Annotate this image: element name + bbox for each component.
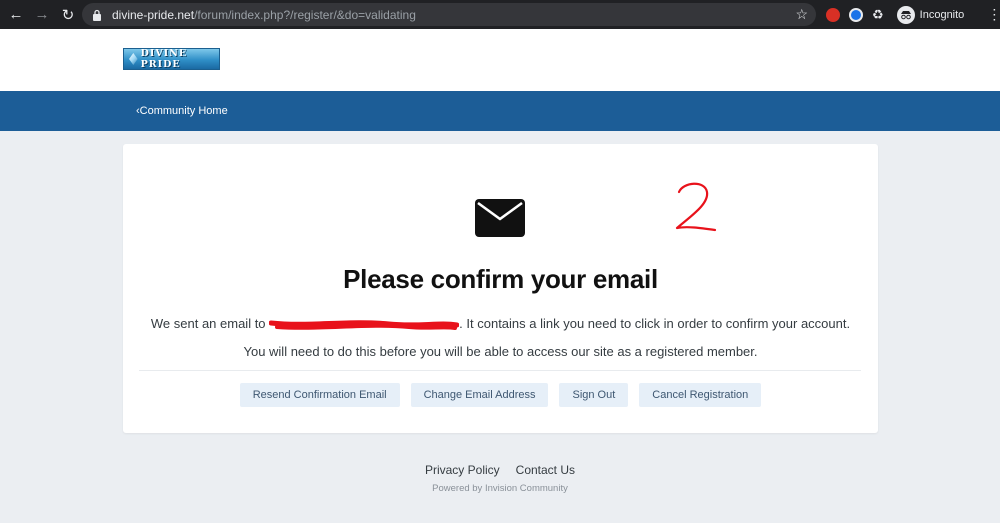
privacy-policy-link[interactable]: Privacy Policy xyxy=(425,463,500,477)
redaction-scribble xyxy=(269,319,460,330)
lock-icon xyxy=(92,9,104,21)
sign-out-button[interactable]: Sign Out xyxy=(559,383,629,407)
instruction-message: You will need to do this before you will… xyxy=(243,344,758,359)
incognito-label: Incognito xyxy=(919,8,965,21)
incognito-badge[interactable]: Incognito xyxy=(896,5,965,24)
powered-by-text[interactable]: Powered by Invision Community xyxy=(0,483,1000,494)
browser-menu-icon[interactable]: ⋮ xyxy=(987,6,1000,23)
change-email-button[interactable]: Change Email Address xyxy=(410,383,549,407)
forward-icon[interactable]: → xyxy=(29,0,55,29)
logo-gem-icon xyxy=(129,53,138,65)
resend-confirmation-button[interactable]: Resend Confirmation Email xyxy=(239,383,400,407)
confirmation-message: We sent an email to . It contains a link… xyxy=(150,316,851,331)
site-logo[interactable]: DIVINE PRIDE xyxy=(123,48,220,70)
bookmark-star-icon[interactable]: ☆ xyxy=(795,6,808,23)
logo-text: DIVINE PRIDE xyxy=(140,48,188,70)
url-host: divine-pride.net xyxy=(112,7,195,22)
page-title: Please confirm your email xyxy=(343,264,658,294)
back-icon[interactable]: ← xyxy=(3,0,29,29)
site-header: DIVINE PRIDE xyxy=(0,29,1000,91)
url-path: /forum/index.php?/register/&do=validatin… xyxy=(194,7,416,22)
reload-icon[interactable]: ↻ xyxy=(55,0,81,29)
site-navbar: ‹Community Home xyxy=(0,91,1000,131)
cancel-registration-button[interactable]: Cancel Registration xyxy=(639,383,762,407)
contact-us-link[interactable]: Contact Us xyxy=(516,463,575,477)
confirm-email-card: Please confirm your email We sent an ema… xyxy=(123,144,878,433)
envelope-icon xyxy=(475,199,525,237)
footer-links: Privacy Policy Contact Us xyxy=(0,463,1000,477)
action-buttons: Resend Confirmation Email Change Email A… xyxy=(123,383,878,407)
address-bar[interactable]: divine-pride.net/forum/index.php?/regist… xyxy=(82,3,816,26)
puzzle-icon[interactable]: ♻ xyxy=(872,7,884,23)
extensions-area: ♻ Incognito ⋮ xyxy=(826,4,1000,25)
divider xyxy=(139,370,861,371)
community-home-link[interactable]: ‹Community Home xyxy=(136,105,228,117)
extension-blue-icon[interactable] xyxy=(849,7,863,22)
incognito-icon xyxy=(896,5,915,24)
browser-toolbar: ← → ↻ divine-pride.net/forum/index.php?/… xyxy=(0,0,1000,29)
extension-red-icon[interactable] xyxy=(826,7,840,22)
handwritten-annotation xyxy=(675,182,717,232)
